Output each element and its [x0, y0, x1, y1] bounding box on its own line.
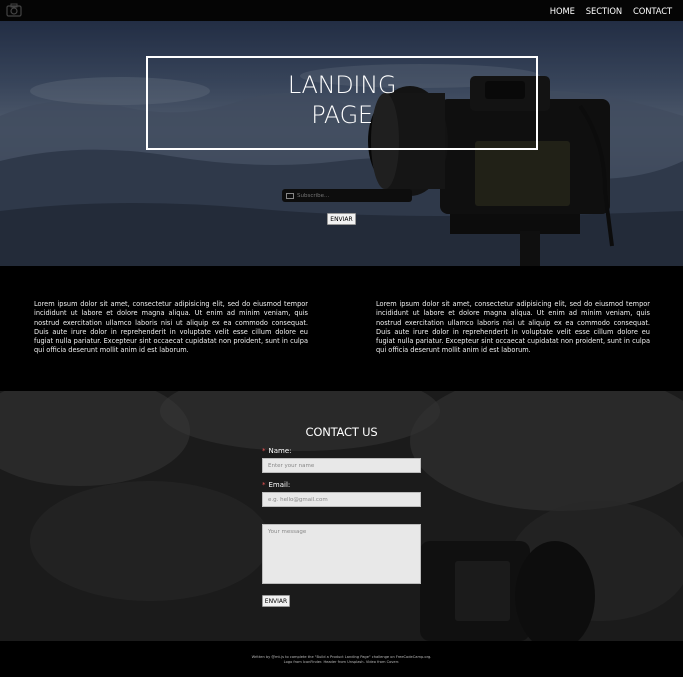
footer: Written by @mt.js to complete the "Build…	[0, 641, 683, 677]
paragraph-right: Lorem ipsum dolor sit amet, consectetur …	[376, 300, 650, 355]
subscribe-submit-button[interactable]: ENVIAR	[327, 213, 356, 225]
nav-link-contact[interactable]: CONTACT	[633, 6, 672, 16]
nav-link-section[interactable]: SECTION	[586, 6, 622, 16]
subscribe-input[interactable]	[297, 192, 407, 199]
paragraph-left: Lorem ipsum dolor sit amet, consectetur …	[34, 300, 308, 355]
subscribe-field[interactable]	[282, 189, 412, 202]
email-label: * Email:	[262, 481, 290, 489]
email-field[interactable]: e.g. hello@gmail.com	[262, 492, 421, 507]
name-label-text: Name:	[268, 447, 292, 455]
required-marker: *	[262, 447, 266, 455]
footer-line1: Written by @mt.js to complete the "Build…	[251, 655, 432, 659]
hero-title-line2: PAGE	[311, 101, 373, 129]
required-marker: *	[262, 481, 266, 489]
features-section: Lorem ipsum dolor sit amet, consectetur …	[0, 266, 683, 391]
nav-links: HOME SECTION CONTACT	[539, 0, 672, 21]
hero-section: LANDING PAGE ENVIAR	[0, 21, 683, 266]
camera-icon[interactable]	[6, 3, 22, 17]
contact-submit-button[interactable]: ENVIAR	[262, 595, 290, 607]
top-nav: HOME SECTION CONTACT	[0, 0, 683, 21]
hero-title-line1: LANDING	[287, 71, 397, 99]
contact-section: CONTACT US * Name: Enter your name * Email…	[0, 391, 683, 641]
mail-icon	[286, 192, 294, 199]
hero-title-box: LANDING PAGE	[146, 56, 538, 150]
nav-link-home[interactable]: HOME	[550, 6, 575, 16]
name-label: * Name:	[262, 447, 292, 455]
footer-text: Written by @mt.js to complete the "Build…	[0, 655, 683, 665]
contact-heading: CONTACT US	[305, 425, 378, 439]
name-field[interactable]: Enter your name	[262, 458, 421, 473]
footer-line2: Logo from IconFinder. Header from Unspla…	[283, 660, 400, 664]
message-field[interactable]: Your message	[262, 524, 421, 584]
email-label-text: Email:	[268, 481, 291, 489]
hero-title: LANDING PAGE	[148, 70, 536, 130]
